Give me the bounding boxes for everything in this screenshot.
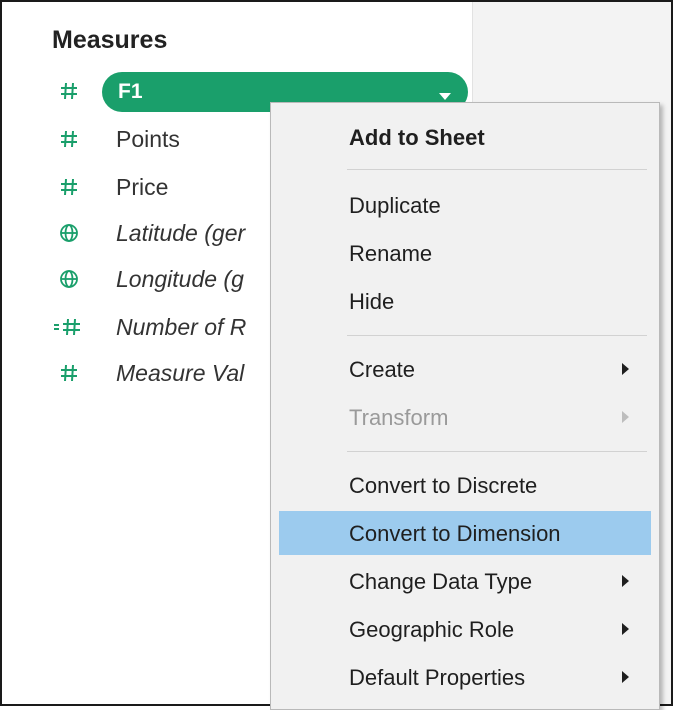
menu-item-hide[interactable]: Hide xyxy=(279,279,651,323)
menu-item-rename[interactable]: Rename xyxy=(279,231,651,275)
hash-equals-icon xyxy=(52,314,84,340)
menu-item-label: Hide xyxy=(349,289,395,314)
menu-item-label: Rename xyxy=(349,241,433,266)
measures-section-title: Measures xyxy=(52,26,168,54)
field-label: Measure Val xyxy=(116,360,245,386)
hash-icon xyxy=(56,360,82,386)
menu-item-label: Default Properties xyxy=(349,665,526,690)
menu-item-label: Convert to Dimension xyxy=(349,521,561,546)
menu-item-default-properties[interactable]: Default Properties xyxy=(279,655,651,699)
submenu-arrow-icon xyxy=(622,623,629,635)
field-label: Price xyxy=(116,174,169,200)
menu-item-label: Geographic Role xyxy=(349,617,515,642)
menu-separator xyxy=(347,169,647,170)
menu-item-convert-to-dimension[interactable]: Convert to Dimension xyxy=(279,511,651,555)
globe-icon xyxy=(56,220,82,246)
menu-item-label: Duplicate xyxy=(349,193,441,218)
field-label: Number of R xyxy=(116,314,247,340)
menu-separator xyxy=(347,335,647,336)
menu-item-label: Change Data Type xyxy=(349,569,533,594)
field-label: Latitude (ger xyxy=(116,220,246,246)
menu-item-convert-to-discrete[interactable]: Convert to Discrete xyxy=(279,463,651,507)
menu-item-change-data-type[interactable]: Change Data Type xyxy=(279,559,651,603)
menu-item-geographic-role[interactable]: Geographic Role xyxy=(279,607,651,651)
menu-item-label: Create xyxy=(349,357,416,382)
menu-item-create[interactable]: Create xyxy=(279,347,651,391)
field-label: Longitude (g xyxy=(116,266,244,292)
menu-item-label: Transform xyxy=(349,405,449,430)
submenu-arrow-icon xyxy=(622,671,629,683)
menu-item-label: Convert to Discrete xyxy=(349,473,538,498)
submenu-arrow-icon xyxy=(622,363,629,375)
menu-separator xyxy=(347,451,647,452)
context-menu: Add to Sheet Duplicate Rename Hide Creat… xyxy=(270,102,660,710)
menu-item-add-to-sheet[interactable]: Add to Sheet xyxy=(279,115,651,159)
menu-item-duplicate[interactable]: Duplicate xyxy=(279,183,651,227)
hash-icon xyxy=(56,78,82,104)
submenu-arrow-icon xyxy=(622,411,629,423)
submenu-arrow-icon xyxy=(622,575,629,587)
field-label-f1: F1 xyxy=(118,80,143,103)
globe-icon xyxy=(56,266,82,292)
menu-item-label: Add to Sheet xyxy=(349,125,485,150)
app-frame: Measures F1 Points Price Latitude (ger L… xyxy=(0,0,673,710)
field-label: Points xyxy=(116,126,180,152)
menu-item-transform: Transform xyxy=(279,395,651,439)
hash-icon xyxy=(56,174,82,200)
hash-icon xyxy=(56,126,82,152)
